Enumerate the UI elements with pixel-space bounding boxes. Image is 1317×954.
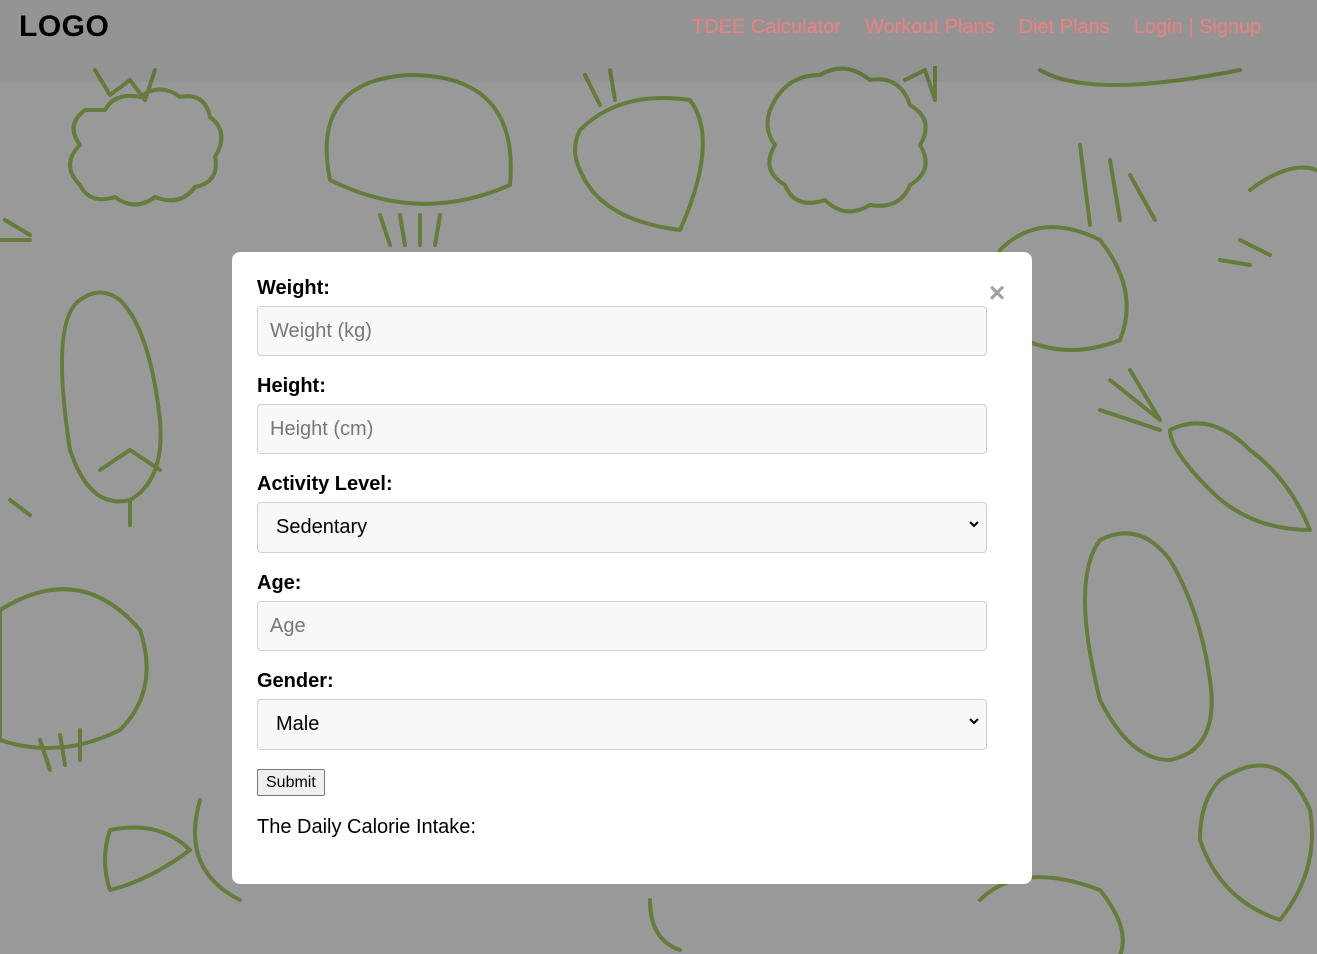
weight-input[interactable] [257, 306, 987, 356]
gender-label: Gender: [257, 670, 334, 692]
close-icon[interactable]: × [986, 279, 1008, 307]
gender-value: Male [276, 713, 320, 735]
daily-calorie-result: The Daily Calorie Intake: [257, 816, 476, 838]
age-label: Age: [257, 572, 302, 594]
weight-label: Weight: [257, 277, 330, 299]
navbar: LOGO TDEE Calculator Workout Plans Diet … [0, 0, 1317, 66]
height-input[interactable] [257, 404, 987, 454]
submit-button[interactable]: Submit [257, 769, 325, 796]
navbar-shadow [0, 66, 1317, 82]
nav-link-diet-plans[interactable]: Diet Plans [1019, 16, 1110, 39]
chevron-down-icon [969, 718, 979, 725]
gender-select[interactable]: Male [257, 699, 987, 750]
age-input[interactable] [257, 601, 987, 651]
nav-link-workout-plans[interactable]: Workout Plans [865, 16, 995, 39]
activity-level-label: Activity Level: [257, 473, 393, 495]
activity-level-value: Sedentary [276, 516, 368, 538]
logo[interactable]: LOGO [19, 10, 109, 44]
chevron-down-icon [969, 521, 979, 528]
tdee-modal: × Weight: Height: Activity Level: Sedent… [232, 252, 1032, 884]
nav-link-login-signup[interactable]: Login | Signup [1134, 16, 1262, 39]
height-label: Height: [257, 375, 326, 397]
nav-links: TDEE Calculator Workout Plans Diet Plans… [692, 16, 1261, 39]
activity-level-select[interactable]: Sedentary [257, 502, 987, 553]
nav-link-tdee-calculator[interactable]: TDEE Calculator [692, 16, 841, 39]
